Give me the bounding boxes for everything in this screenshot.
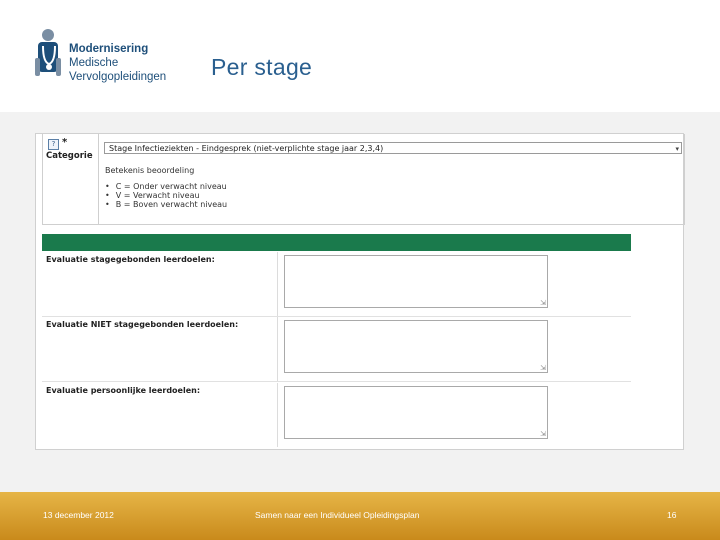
eval-label: Evaluatie persoonlijke leerdoelen: — [46, 386, 201, 395]
eval-row-stage: Evaluatie stagegebonden leerdoelen: ⇲ — [42, 252, 631, 317]
page-number: 16 — [667, 510, 677, 520]
category-label-cell: ? * Categorie — [43, 134, 99, 224]
meaning-title: Betekenis beoordeling — [105, 166, 195, 175]
footer-subtitle: Samen naar een Individueel Opleidingspla… — [255, 510, 420, 520]
eval-row-persoonlijk: Evaluatie persoonlijke leerdoelen: ⇲ — [42, 383, 631, 447]
meaning-item: B = Boven verwacht niveau — [105, 200, 227, 209]
slide-title: Per stage — [211, 54, 313, 80]
logo-line-3: Vervolgopleidingen — [69, 71, 167, 83]
eval-stage-textarea[interactable]: ⇲ — [284, 255, 548, 308]
meaning-item: C = Onder verwacht niveau — [105, 182, 227, 191]
meaning-list: C = Onder verwacht niveau V = Verwacht n… — [105, 182, 227, 209]
doctor-stethoscope-icon — [35, 29, 61, 76]
chevron-down-icon[interactable]: ▾ — [675, 143, 679, 153]
logo-text: Modernisering Medische Vervolgopleidinge… — [69, 42, 166, 84]
section-header-bar — [42, 234, 631, 251]
stage-select[interactable]: Stage Infectieziekten - Eindgesprek (nie… — [104, 142, 682, 154]
stage-select-value: Stage Infectieziekten - Eindgesprek (nie… — [109, 144, 384, 153]
help-icon[interactable]: ? — [48, 139, 59, 150]
eval-row-niet-stage: Evaluatie NIET stagegebonden leerdoelen:… — [42, 317, 631, 382]
footer-bar: 13 december 2012 Samen naar een Individu… — [0, 492, 720, 540]
logo-line-2: Medische — [69, 57, 119, 69]
category-section: ? * Categorie Stage Infectieziekten - Ei… — [42, 134, 685, 225]
footer-date: 13 december 2012 — [43, 510, 114, 520]
logo-line-1: Modernisering — [69, 43, 149, 55]
meaning-item: V = Verwacht niveau — [105, 191, 227, 200]
eval-label: Evaluatie stagegebonden leerdoelen: — [46, 255, 215, 264]
required-mark: * — [62, 137, 68, 148]
eval-niet-stage-textarea[interactable]: ⇲ — [284, 320, 548, 373]
mmv-logo: Modernisering Medische Vervolgopleidinge… — [35, 28, 185, 88]
eval-label: Evaluatie NIET stagegebonden leerdoelen: — [46, 320, 239, 329]
form-screenshot: ? * Categorie Stage Infectieziekten - Ei… — [35, 133, 685, 450]
resize-grip-icon[interactable]: ⇲ — [540, 300, 546, 307]
category-label: Categorie — [46, 151, 93, 161]
eval-persoonlijk-textarea[interactable]: ⇲ — [284, 386, 548, 439]
resize-grip-icon[interactable]: ⇲ — [540, 431, 546, 438]
resize-grip-icon[interactable]: ⇲ — [540, 365, 546, 372]
